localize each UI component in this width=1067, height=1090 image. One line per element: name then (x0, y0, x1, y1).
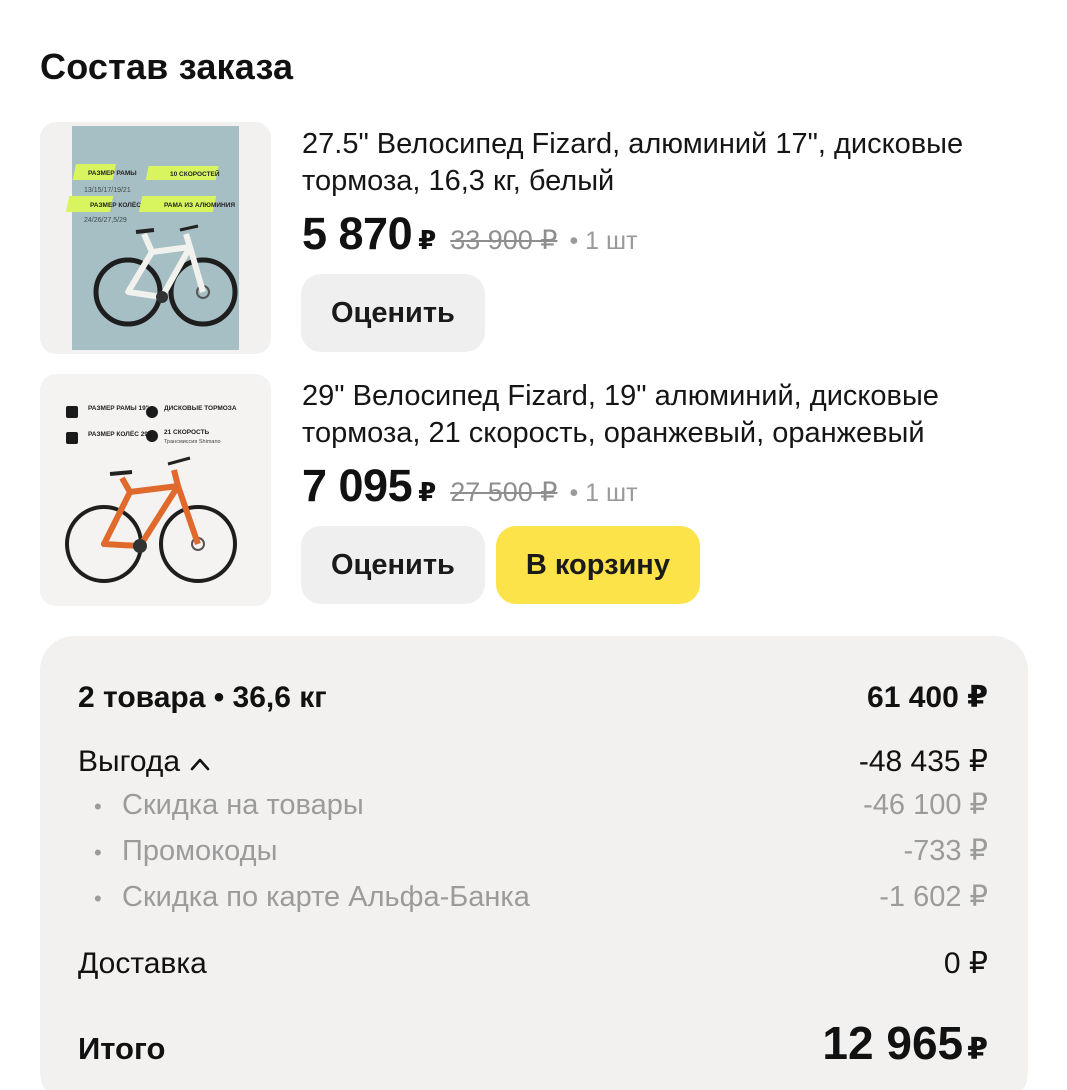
currency-sign: ₽ (418, 225, 437, 255)
thumb-label-frame: РАЗМЕР РАМЫ (88, 170, 137, 177)
thumb-label-transmission: Трансмиссия Shimano (164, 439, 221, 445)
thumb-label-speeds: 21 СКОРОСТЬ (164, 429, 210, 436)
total-row: Итого 12 965 ₽ (78, 1016, 988, 1070)
quantity: • 1 шт (569, 479, 638, 507)
total-value: 12 965 (822, 1017, 964, 1069)
order-item: РАЗМЕР РАМЫ 13/15/17/19/21 10 СКОРОСТЕЙ … (40, 122, 1030, 354)
delivery-label: Доставка (78, 947, 207, 980)
thumb-label-material: РАМА ИЗ АЛЮМИНИЯ (164, 202, 235, 209)
order-item: РАЗМЕР РАМЫ 19" РАЗМЕР КОЛЁС 29" ДИСКОВЫ… (40, 374, 1030, 606)
benefit-label: Выгода (78, 745, 181, 778)
product-image[interactable]: РАЗМЕР РАМЫ 19" РАЗМЕР КОЛЁС 29" ДИСКОВЫ… (40, 374, 271, 606)
discount-value: -46 100 ₽ (863, 789, 988, 821)
old-price: 33 900 ₽ (450, 225, 558, 255)
bullet-icon: • (94, 886, 102, 911)
delivery-row: Доставка 0 ₽ (78, 946, 988, 981)
thumb-label-brakes: ДИСКОВЫЕ ТОРМОЗА (164, 405, 237, 412)
thumb-label-frame-values: 13/15/17/19/21 (84, 187, 131, 194)
current-price: 5 870 (302, 208, 413, 259)
bullet-icon: • (94, 794, 102, 819)
benefit-toggle[interactable]: Выгода (78, 745, 210, 779)
total-currency: ₽ (967, 1033, 988, 1066)
current-price: 7 095 (302, 460, 413, 511)
bike-image-orange: РАЗМЕР РАМЫ 19" РАЗМЕР КОЛЁС 29" ДИСКОВЫ… (40, 374, 271, 606)
benefit-value: -48 435 ₽ (858, 745, 988, 778)
product-title[interactable]: 29" Велосипед Fizard, 19" алюминий, диск… (302, 378, 1022, 452)
price-row: 5 870 ₽ 33 900 ₽ • 1 шт (302, 208, 638, 260)
thumb-label-wheel-values: 24/26/27,5/29 (84, 217, 127, 224)
quantity: • 1 шт (569, 227, 638, 255)
bike-image-white: РАЗМЕР РАМЫ 13/15/17/19/21 10 СКОРОСТЕЙ … (65, 126, 239, 350)
discount-label: Скидка на товары (122, 789, 364, 821)
discount-value: -733 ₽ (903, 835, 988, 867)
discount-value: -1 602 ₽ (879, 881, 988, 913)
discount-label: Промокоды (122, 835, 278, 867)
total-label: Итого (78, 1031, 166, 1066)
thumb-label-speeds: 10 СКОРОСТЕЙ (170, 169, 220, 178)
rate-button[interactable]: Оценить (301, 526, 485, 604)
items-sum: 61 400 ₽ (867, 681, 988, 714)
rate-button[interactable]: Оценить (301, 274, 485, 352)
product-title[interactable]: 27.5" Велосипед Fizard, алюминий 17", ди… (302, 126, 1022, 200)
thumb-label-wheels: РАЗМЕР КОЛЁС 29" (88, 430, 151, 438)
price-row: 7 095 ₽ 27 500 ₽ • 1 шт (302, 460, 638, 512)
add-to-cart-button[interactable]: В корзину (495, 526, 700, 604)
discount-row: • Скидка по карте Альфа-Банка -1 602 ₽ (78, 879, 988, 914)
product-image[interactable]: РАЗМЕР РАМЫ 13/15/17/19/21 10 СКОРОСТЕЙ … (40, 122, 271, 354)
chevron-up-icon[interactable] (190, 745, 210, 779)
currency-sign: ₽ (418, 477, 437, 507)
old-price: 27 500 ₽ (450, 477, 558, 507)
discount-row: • Скидка на товары -46 100 ₽ (78, 787, 988, 822)
items-count-weight: 2 товара • 36,6 кг (78, 681, 327, 714)
discount-label: Скидка по карте Альфа-Банка (122, 881, 530, 913)
benefit-row[interactable]: Выгода -48 435 ₽ (78, 744, 988, 779)
order-summary: 2 товара • 36,6 кг 61 400 ₽ Выгода -48 4… (40, 636, 1028, 1090)
bullet-icon: • (94, 840, 102, 865)
delivery-value: 0 ₽ (943, 947, 988, 980)
summary-items-row: 2 товара • 36,6 кг 61 400 ₽ (78, 680, 988, 715)
thumb-label-wheels: РАЗМЕР КОЛЁС (90, 201, 141, 209)
discount-row: • Промокоды -733 ₽ (78, 833, 988, 868)
thumb-label-frame: РАЗМЕР РАМЫ 19" (88, 405, 149, 412)
page-title: Состав заказа (40, 46, 294, 87)
